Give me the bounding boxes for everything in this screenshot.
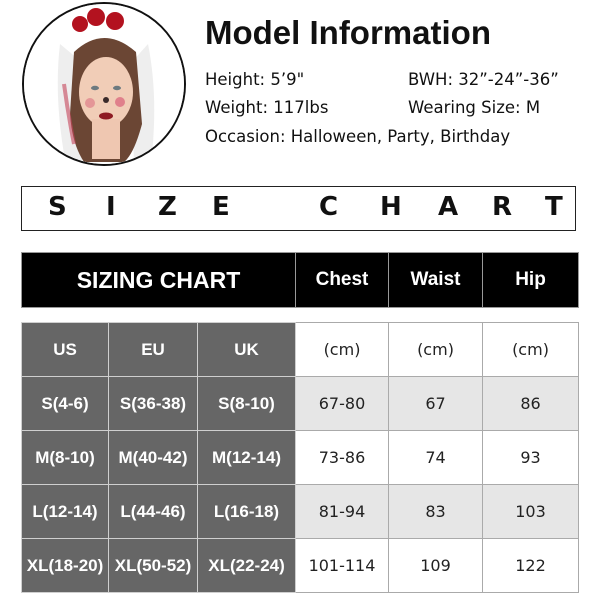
banner-letter: R <box>492 192 513 222</box>
cell-waist: 74 <box>388 430 483 485</box>
cell-uk: L(16-18) <box>197 484 296 539</box>
header-sizing-chart: SIZING CHART <box>21 252 296 308</box>
cell-chest: 81-94 <box>295 484 389 539</box>
col-uk: UK <box>197 322 296 377</box>
cell-waist: 109 <box>388 538 483 593</box>
banner-letter: S <box>48 192 67 222</box>
banner-letter: Z <box>158 192 177 222</box>
banner-letter: C <box>319 192 339 222</box>
model-info-title: Model Information <box>205 14 491 51</box>
table-row: S(4-6) S(36-38) S(8-10) 67-80 67 86 <box>21 376 579 431</box>
col-us: US <box>21 322 109 377</box>
banner-letter: E <box>212 192 230 222</box>
cell-hip: 93 <box>482 430 579 485</box>
model-weight: Weight: 117lbs <box>205 98 329 117</box>
chest-unit: (cm) <box>295 322 389 377</box>
cell-eu: L(44-46) <box>108 484 198 539</box>
cell-chest: 101-114 <box>295 538 389 593</box>
header-hip: Hip <box>482 252 579 308</box>
cell-hip: 122 <box>482 538 579 593</box>
cell-uk: S(8-10) <box>197 376 296 431</box>
model-photo <box>22 2 186 166</box>
banner-letter: H <box>380 192 402 222</box>
model-wearing-size: Wearing Size: M <box>408 98 541 117</box>
cell-us: M(8-10) <box>21 430 109 485</box>
cell-hip: 86 <box>482 376 579 431</box>
size-chart-banner: S I Z E C H A R T <box>21 186 576 231</box>
model-occasion: Occasion: Halloween, Party, Birthday <box>205 127 511 146</box>
cell-us: S(4-6) <box>21 376 109 431</box>
sizing-chart-header: SIZING CHART Chest Waist Hip <box>21 252 579 308</box>
cell-uk: M(12-14) <box>197 430 296 485</box>
hip-unit: (cm) <box>482 322 579 377</box>
banner-letter: A <box>438 192 459 222</box>
cell-chest: 67-80 <box>295 376 389 431</box>
sizing-table: US EU UK (cm) (cm) (cm) S(4-6) S(36-38) … <box>21 322 579 593</box>
cell-hip: 103 <box>482 484 579 539</box>
table-row: XL(18-20) XL(50-52) XL(22-24) 101-114 10… <box>21 538 579 593</box>
model-photo-illustration <box>24 4 184 164</box>
model-height: Height: 5’9" <box>205 70 305 89</box>
table-row: L(12-14) L(44-46) L(16-18) 81-94 83 103 <box>21 484 579 539</box>
cell-waist: 83 <box>388 484 483 539</box>
cell-eu: S(36-38) <box>108 376 198 431</box>
cell-waist: 67 <box>388 376 483 431</box>
cell-uk: XL(22-24) <box>197 538 296 593</box>
header-chest: Chest <box>295 252 389 308</box>
table-row: M(8-10) M(40-42) M(12-14) 73-86 74 93 <box>21 430 579 485</box>
cell-eu: M(40-42) <box>108 430 198 485</box>
waist-unit: (cm) <box>388 322 483 377</box>
col-eu: EU <box>108 322 198 377</box>
cell-eu: XL(50-52) <box>108 538 198 593</box>
cell-us: L(12-14) <box>21 484 109 539</box>
table-subheader-row: US EU UK (cm) (cm) (cm) <box>21 322 579 377</box>
cell-chest: 73-86 <box>295 430 389 485</box>
banner-letter: I <box>106 192 116 222</box>
header-waist: Waist <box>388 252 483 308</box>
banner-letter: T <box>545 192 563 222</box>
model-bwh: BWH: 32”-24”-36” <box>408 70 559 89</box>
cell-us: XL(18-20) <box>21 538 109 593</box>
